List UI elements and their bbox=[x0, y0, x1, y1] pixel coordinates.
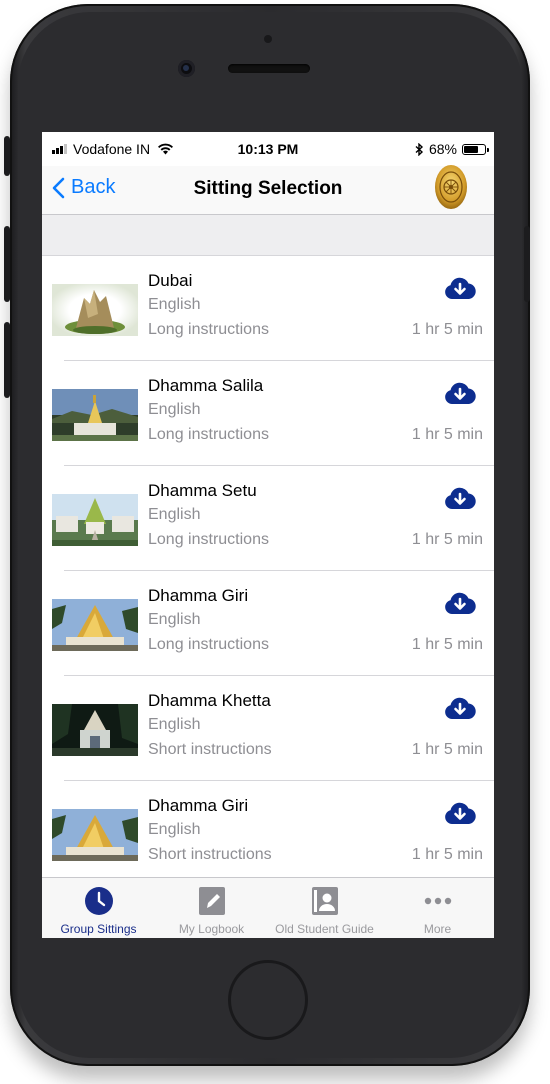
sitting-language: English bbox=[148, 716, 201, 733]
tab-my-logbook[interactable]: My Logbook bbox=[155, 878, 268, 938]
sitting-row-6[interactable]: Dhamma Giri English Short instructions 1… bbox=[42, 781, 494, 886]
sitting-duration: 1 hr 5 min bbox=[411, 636, 483, 653]
sitting-instructions: Long instructions bbox=[148, 426, 269, 443]
sitting-duration: 1 hr 5 min bbox=[411, 426, 483, 443]
cloud-download-icon[interactable] bbox=[444, 275, 476, 301]
night-pagoda-thumbnail bbox=[52, 704, 138, 756]
status-bar: Vodafone IN 10:13 PM 68% bbox=[42, 132, 494, 166]
tab-label: Group Sittings bbox=[60, 922, 137, 936]
battery-percent: 68% bbox=[428, 141, 457, 157]
tab-group-sittings[interactable]: Group Sittings bbox=[42, 878, 155, 938]
tab-old-student-guide[interactable]: Old Student Guide bbox=[268, 878, 381, 938]
earpiece bbox=[228, 64, 310, 73]
cloud-download-icon[interactable] bbox=[444, 800, 476, 826]
contact-book-icon bbox=[311, 886, 339, 921]
battery-icon bbox=[462, 143, 489, 155]
sitting-duration: 1 hr 5 min bbox=[411, 741, 483, 758]
home-button[interactable] bbox=[228, 960, 308, 1040]
sitting-row-1[interactable]: Dubai English Long instructions 1 hr 5 m… bbox=[42, 256, 494, 361]
sitting-name: Dhamma Giri bbox=[148, 796, 249, 815]
front-camera bbox=[178, 60, 195, 77]
volume-up-button bbox=[4, 226, 10, 302]
sitting-list: Dubai English Long instructions 1 hr 5 m… bbox=[42, 256, 494, 886]
power-button bbox=[524, 226, 530, 302]
tab-label: My Logbook bbox=[178, 922, 245, 936]
sitting-row-3[interactable]: Dhamma Setu English Long instructions 1 … bbox=[42, 466, 494, 571]
sitting-language: English bbox=[148, 611, 201, 628]
cloud-download-icon[interactable] bbox=[444, 380, 476, 406]
volume-down-button bbox=[4, 322, 10, 398]
mute-switch bbox=[4, 136, 10, 176]
sitting-name: Dhamma Salila bbox=[148, 376, 264, 395]
section-header bbox=[42, 215, 494, 256]
sitting-instructions: Long instructions bbox=[148, 636, 269, 653]
garden-pagoda-thumbnail bbox=[52, 494, 138, 546]
cloud-download-icon[interactable] bbox=[444, 695, 476, 721]
sitting-language: English bbox=[148, 296, 201, 313]
sitting-language: English bbox=[148, 506, 201, 523]
sitting-duration: 1 hr 5 min bbox=[411, 846, 483, 863]
app-screen: Vodafone IN 10:13 PM 68% Back Sitting Se… bbox=[42, 132, 494, 938]
sitting-row-5[interactable]: Dhamma Khetta English Short instructions… bbox=[42, 676, 494, 781]
tab-more[interactable]: More bbox=[381, 878, 494, 938]
rock-stupa-thumbnail bbox=[52, 284, 138, 336]
sitting-language: English bbox=[148, 821, 201, 838]
sitting-name: Dhamma Setu bbox=[148, 481, 257, 500]
cloud-download-icon[interactable] bbox=[444, 485, 476, 511]
hill-pagoda-thumbnail bbox=[52, 389, 138, 441]
sitting-name: Dhamma Khetta bbox=[148, 691, 271, 710]
golden-pagoda-thumbnail bbox=[52, 809, 138, 861]
proximity-sensor bbox=[264, 35, 272, 43]
sitting-instructions: Long instructions bbox=[148, 531, 269, 548]
sitting-duration: 1 hr 5 min bbox=[411, 531, 483, 548]
tab-label: More bbox=[423, 922, 452, 936]
sitting-instructions: Long instructions bbox=[148, 321, 269, 338]
bluetooth-icon bbox=[415, 142, 423, 156]
sitting-row-4[interactable]: Dhamma Giri English Long instructions 1 … bbox=[42, 571, 494, 676]
golden-pagoda-thumbnail bbox=[52, 599, 138, 651]
tab-bar: Group Sittings My Logbook Old Student Guid… bbox=[42, 877, 494, 938]
clock-icon bbox=[84, 886, 114, 921]
sitting-language: English bbox=[148, 401, 201, 418]
dhamma-wheel-logo[interactable] bbox=[434, 164, 468, 210]
sitting-name: Dhamma Giri bbox=[148, 586, 249, 605]
notepad-icon bbox=[198, 886, 226, 921]
tab-label: Old Student Guide bbox=[275, 922, 374, 936]
page-title: Sitting Selection bbox=[193, 178, 343, 199]
sitting-instructions: Short instructions bbox=[148, 846, 272, 863]
sitting-instructions: Short instructions bbox=[148, 741, 272, 758]
sitting-row-2[interactable]: Dhamma Salila English Long instructions … bbox=[42, 361, 494, 466]
cloud-download-icon[interactable] bbox=[444, 590, 476, 616]
more-dots-icon bbox=[423, 886, 453, 921]
navigation-bar: Back Sitting Selection bbox=[42, 164, 494, 215]
sitting-name: Dubai bbox=[148, 271, 193, 290]
sitting-duration: 1 hr 5 min bbox=[411, 321, 483, 338]
